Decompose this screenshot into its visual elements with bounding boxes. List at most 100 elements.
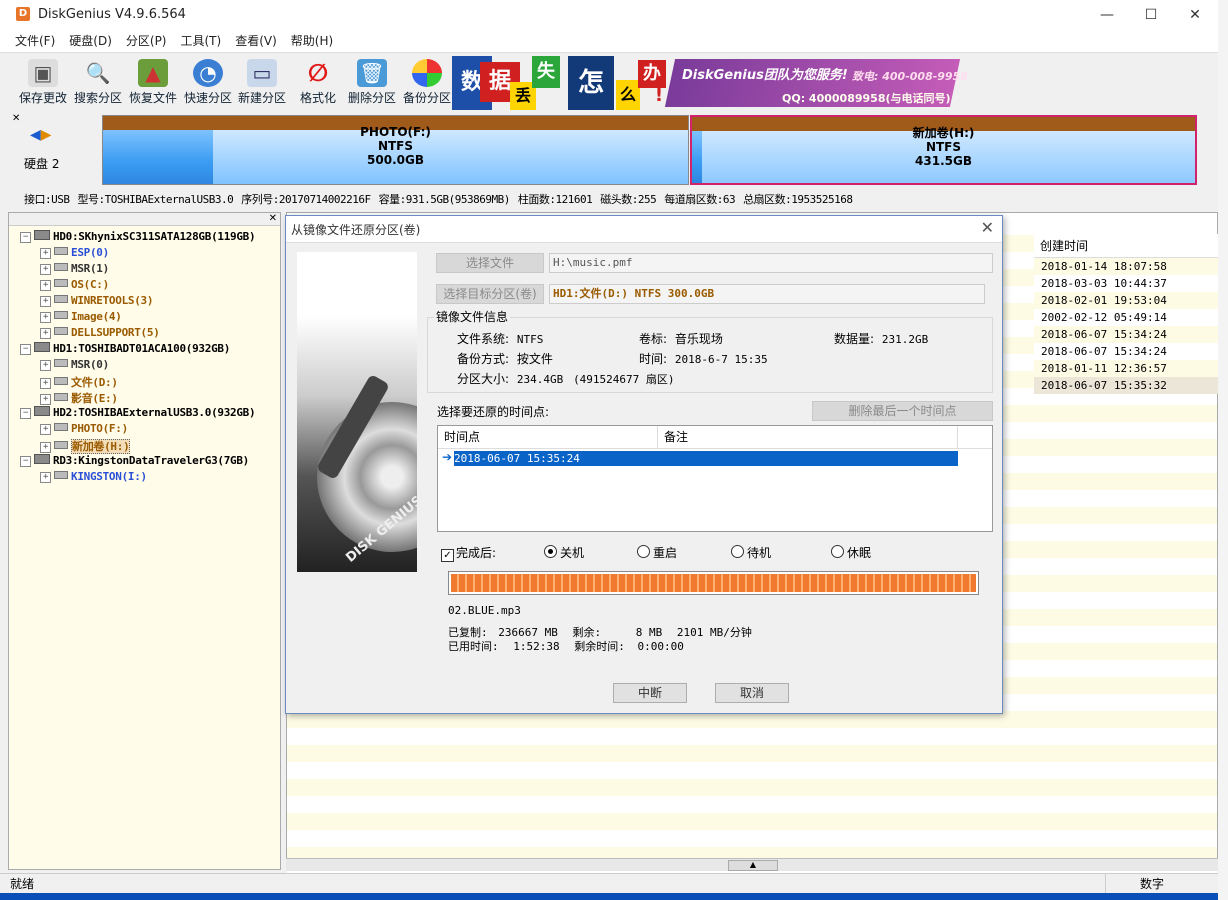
minimize-button[interactable]: —: [1084, 0, 1130, 30]
file-created-time[interactable]: 2018-06-07 15:34:24: [1034, 343, 1218, 360]
format-button[interactable]: ∅ 格式化: [290, 57, 346, 109]
abort-button[interactable]: 中断: [613, 683, 687, 703]
checkbox-checked-icon[interactable]: ✓: [441, 549, 454, 562]
expand-icon[interactable]: +: [40, 312, 51, 323]
expand-icon[interactable]: +: [40, 394, 51, 405]
expand-icon[interactable]: +: [40, 424, 51, 435]
tree-partition-node[interactable]: + ESP(0): [40, 246, 109, 259]
option-shutdown[interactable]: 关机: [544, 544, 584, 561]
tree-partition-node[interactable]: + 文件(D:): [40, 374, 118, 390]
option-standby[interactable]: 待机: [731, 544, 771, 561]
select-target-button[interactable]: 选择目标分区(卷): [436, 284, 544, 304]
search-partition-button[interactable]: 🔍 搜索分区: [70, 57, 126, 109]
file-created-time[interactable]: 2002-02-12 05:49:14: [1034, 309, 1218, 326]
delete-partition-button[interactable]: 🗑 删除分区: [344, 57, 400, 109]
menu-help[interactable]: 帮助(H): [284, 30, 340, 52]
file-created-time[interactable]: 2018-01-14 18:07:58: [1034, 258, 1218, 275]
expand-icon[interactable]: +: [40, 360, 51, 371]
format-icon: ∅: [307, 59, 329, 87]
expand-icon[interactable]: +: [40, 378, 51, 389]
tree-partition-node[interactable]: + 影音(E:): [40, 390, 118, 406]
menu-view[interactable]: 查看(V): [228, 30, 284, 52]
horizontal-scrollbar[interactable]: ▲: [286, 858, 1218, 871]
file-created-time[interactable]: 2018-01-11 12:36:57: [1034, 360, 1218, 377]
tree-partition-node[interactable]: + WINRETOOLS(3): [40, 294, 154, 307]
close-icon[interactable]: ✕: [12, 113, 20, 124]
expand-icon[interactable]: +: [40, 472, 51, 483]
tree-partition-node[interactable]: + KINGSTON(I:): [40, 470, 147, 483]
expand-icon[interactable]: +: [40, 264, 51, 275]
list-header-timepoint[interactable]: 时间点: [438, 426, 658, 448]
expand-icon[interactable]: +: [40, 296, 51, 307]
quick-partition-button[interactable]: ◔ 快速分区: [180, 57, 236, 109]
radio-icon[interactable]: [637, 545, 650, 558]
expand-icon[interactable]: +: [40, 328, 51, 339]
timepoint-row[interactable]: 2018-06-07 15:35:24: [454, 451, 958, 466]
menu-file[interactable]: 文件(F): [8, 30, 62, 52]
recover-files-button[interactable]: ▲ 恢复文件: [125, 57, 181, 109]
timepoint-list[interactable]: 时间点 备注 ➔ 2018-06-07 15:35:24: [437, 425, 993, 532]
option-restart[interactable]: 重启: [637, 544, 677, 561]
tree-disk-node[interactable]: − HD1:TOSHIBADT01ACA100(932GB): [20, 342, 230, 355]
tree-partition-node[interactable]: + PHOTO(F:): [40, 422, 128, 435]
partition-block-new-volume[interactable]: 新加卷(H:) NTFS 431.5GB: [690, 115, 1197, 185]
tree-partition-node[interactable]: + MSR(1): [40, 262, 109, 275]
tree-partition-node[interactable]: + 新加卷(H:): [40, 438, 131, 454]
tree-node-label: MSR(1): [71, 262, 109, 275]
partition-size: 500.0GB: [367, 153, 424, 167]
tree-partition-node[interactable]: + DELLSUPPORT(5): [40, 326, 160, 339]
delete-last-timepoint-button[interactable]: 删除最后一个时间点: [812, 401, 993, 421]
collapse-icon[interactable]: −: [20, 408, 31, 419]
next-disk-icon[interactable]: ▶: [41, 127, 52, 143]
collapse-icon[interactable]: −: [20, 232, 31, 243]
target-partition-field[interactable]: HD1:文件(D:) NTFS 300.0GB: [549, 284, 985, 304]
promo-banner[interactable]: 数 据 丢 失 怎 么 办 ! DiskGenius团队为您服务! 致电: 40…: [452, 56, 968, 110]
expand-icon[interactable]: +: [40, 248, 51, 259]
expand-icon[interactable]: +: [40, 442, 51, 453]
file-created-time[interactable]: 2018-06-07 15:35:32: [1034, 377, 1218, 394]
collapse-icon[interactable]: −: [20, 344, 31, 355]
radio-icon[interactable]: [831, 545, 844, 558]
tree-partition-node[interactable]: + OS(C:): [40, 278, 109, 291]
tree-disk-node[interactable]: − RD3:KingstonDataTravelerG3(7GB): [20, 454, 249, 467]
tree-close-icon[interactable]: ✕: [9, 213, 280, 226]
disk-nav[interactable]: ◀▶: [30, 127, 52, 143]
tree-partition-node[interactable]: + MSR(0): [40, 358, 109, 371]
prev-disk-icon[interactable]: ◀: [30, 127, 41, 143]
expand-icon[interactable]: +: [40, 280, 51, 291]
select-file-button[interactable]: 选择文件: [436, 253, 544, 273]
file-created-time[interactable]: 2018-03-03 10:44:37: [1034, 275, 1218, 292]
new-partition-button[interactable]: ▭ 新建分区: [234, 57, 290, 109]
column-header-created[interactable]: 创建时间: [1034, 234, 1218, 258]
radio-selected-icon[interactable]: [544, 545, 557, 558]
maximize-button[interactable]: ☐: [1128, 0, 1174, 30]
elapsed-value: 1:52:38: [513, 640, 560, 653]
backup-method-value: 按文件: [516, 352, 553, 366]
partition-block-photo[interactable]: PHOTO(F:) NTFS 500.0GB: [102, 115, 689, 185]
menu-partition[interactable]: 分区(P): [119, 30, 174, 52]
option-hibernate[interactable]: 休眠: [831, 544, 871, 561]
menu-disk[interactable]: 硬盘(D): [62, 30, 119, 52]
list-header-note[interactable]: 备注: [658, 426, 958, 448]
partition-size: 431.5GB: [915, 154, 972, 168]
scroll-thumb[interactable]: ▲: [728, 860, 778, 871]
menu-tools[interactable]: 工具(T): [174, 30, 229, 52]
restore-dialog: 从镜像文件还原分区(卷) ✕ DISK GENIUS 选择文件 H:\music…: [285, 215, 1003, 714]
tree-disk-node[interactable]: − HD0:SKhynixSC311SATA128GB(119GB): [20, 230, 256, 243]
after-completion-checkbox[interactable]: ✓ 完成后:: [441, 544, 496, 562]
file-created-time[interactable]: 2018-02-01 19:53:04: [1034, 292, 1218, 309]
file-row-stripe: [287, 745, 1217, 762]
banner-char: 怎: [568, 56, 614, 110]
file-path-field[interactable]: H:\music.pmf: [549, 253, 993, 273]
save-changes-button[interactable]: ▣ 保存更改: [15, 57, 71, 109]
backup-partition-button[interactable]: 备份分区: [399, 57, 455, 109]
cancel-button[interactable]: 取消: [715, 683, 789, 703]
dialog-close-icon[interactable]: ✕: [981, 218, 994, 237]
tree-disk-node[interactable]: − HD2:TOSHIBAExternalUSB3.0(932GB): [20, 406, 256, 419]
radio-icon[interactable]: [731, 545, 744, 558]
close-button[interactable]: ✕: [1172, 0, 1218, 30]
file-created-time[interactable]: 2018-06-07 15:34:24: [1034, 326, 1218, 343]
tree-partition-node[interactable]: + Image(4): [40, 310, 122, 323]
collapse-icon[interactable]: −: [20, 456, 31, 467]
time-value: 2018-6-7 15:35: [674, 353, 768, 366]
